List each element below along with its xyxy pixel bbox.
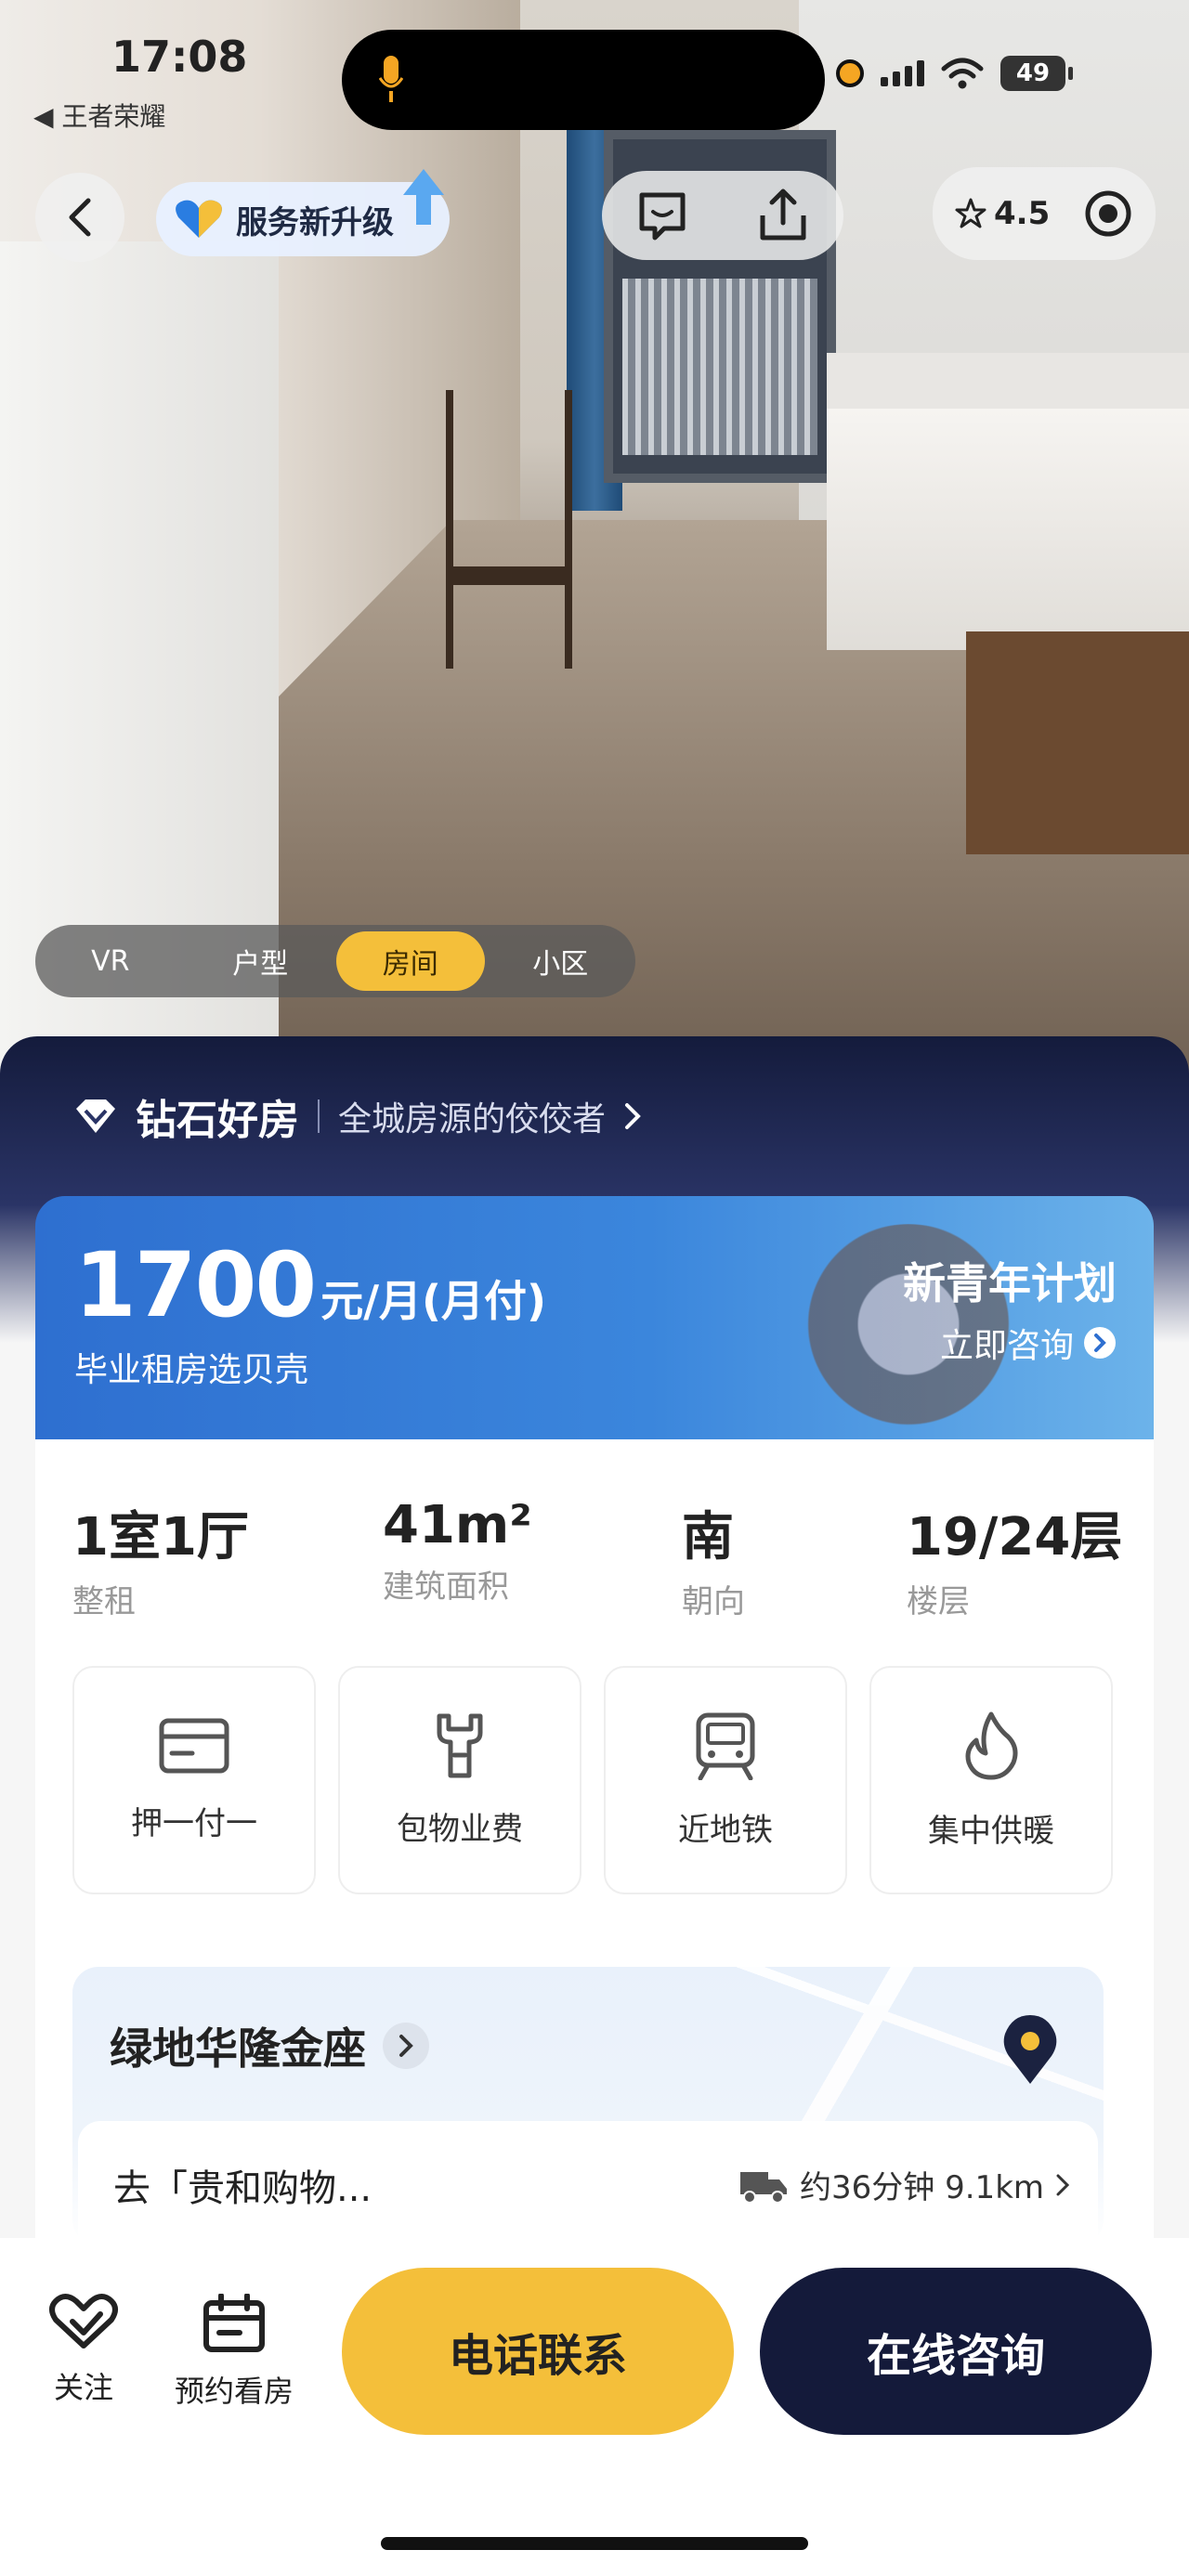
calendar-icon — [203, 2294, 265, 2352]
chevron-right-icon — [383, 2023, 429, 2069]
stat-value: 19/24层 — [907, 1507, 1123, 1568]
listing-info: 1室1厅 整租 41m² 建筑面积 南 朝向 19/24层 楼层 押一付一 包物… — [35, 1439, 1154, 2245]
heart-outline-icon — [49, 2294, 118, 2348]
appointment-label: 预约看房 — [175, 2374, 294, 2409]
community-name: 绿地华隆金座 — [110, 2023, 366, 2074]
chevron-right-icon — [625, 1103, 641, 1129]
online-consult-button[interactable]: 在线咨询 — [760, 2268, 1152, 2435]
price-subtitle: 毕业租房选贝壳 — [74, 1351, 309, 1389]
share-icon[interactable] — [755, 188, 811, 243]
rating-group: 4.5 — [933, 167, 1156, 260]
status-icons: 49 — [836, 56, 1073, 91]
diamond-row[interactable]: 钻石好房 全城房源的佼佼者 — [74, 1086, 641, 1146]
plan-title: 新青年计划 — [903, 1258, 1117, 1308]
flame-icon — [965, 1711, 1018, 1779]
call-button[interactable]: 电话联系 — [342, 2268, 734, 2435]
chevron-right-icon — [1056, 2174, 1070, 2195]
tab-vr[interactable]: VR — [36, 931, 185, 991]
feature-label: 包物业费 — [397, 1810, 523, 1848]
divider — [318, 1099, 320, 1133]
cellular-signal-icon — [881, 60, 924, 86]
commute-row[interactable]: 去「贵和购物... 约36分钟 9.1km — [78, 2121, 1098, 2245]
feature-deposit[interactable]: 押一付一 — [72, 1666, 316, 1894]
price-card: 1700 元/月(月付) 毕业租房选贝壳 新青年计划 立即咨询 — [35, 1196, 1154, 1439]
battery-icon: 49 — [1000, 56, 1073, 91]
card-icon — [159, 1718, 229, 1773]
wifi-icon — [941, 58, 984, 89]
commute-time-text: 约36分钟 9.1km — [800, 2169, 1044, 2206]
home-indicator[interactable] — [381, 2537, 808, 2550]
appointment-button[interactable]: 预约看房 — [175, 2294, 294, 2411]
status-time: 17:08 — [111, 32, 248, 82]
upgrade-label: 服务新升级 — [236, 203, 394, 241]
comment-icon[interactable] — [634, 188, 690, 243]
stat-value: 1室1厅 — [72, 1507, 249, 1568]
price-unit: 元/月(月付) — [320, 1276, 547, 1326]
stat-label: 建筑面积 — [383, 1568, 509, 1606]
tab-room[interactable]: 房间 — [335, 931, 485, 991]
stat-layout: 1室1厅 整租 — [72, 1495, 249, 1621]
arrow-up-icon — [403, 169, 444, 225]
feature-central-heating[interactable]: 集中供暖 — [869, 1666, 1113, 1894]
share-actions — [602, 171, 843, 260]
chevron-left-icon — [69, 198, 91, 237]
community-map-card[interactable]: 绿地华隆金座 去「贵和购物... 约36分钟 9.1km — [72, 1967, 1104, 2245]
plan-consult-link[interactable]: 立即咨询 — [940, 1319, 1117, 1367]
recording-dot-icon — [836, 59, 864, 87]
follow-label: 关注 — [53, 2370, 113, 2405]
back-to-app[interactable]: ◀ 王者荣耀 — [33, 97, 165, 134]
price-amount: 1700 — [74, 1233, 317, 1337]
commute-destination: 去「贵和购物... — [113, 2167, 372, 2210]
stat-area: 41m² 建筑面积 — [383, 1495, 532, 1607]
arrow-circle-right-icon — [1084, 1327, 1116, 1359]
photo-chair — [446, 390, 572, 669]
commute-info: 约36分钟 9.1km — [738, 2162, 1070, 2207]
stat-value: 41m² — [383, 1495, 532, 1555]
feature-label: 押一付一 — [131, 1804, 257, 1842]
photo-bed — [827, 353, 1189, 650]
plan-link-label: 立即咨询 — [939, 1327, 1074, 1365]
tab-community[interactable]: 小区 — [486, 931, 634, 991]
back-button[interactable] — [35, 173, 124, 262]
feature-label: 集中供暖 — [928, 1812, 1054, 1850]
stat-label: 楼层 — [907, 1583, 970, 1620]
photo-desk — [966, 631, 1189, 854]
service-upgrade-badge[interactable]: 服务新升级 — [156, 169, 450, 256]
stat-value: 南 — [682, 1507, 734, 1568]
stat-label: 朝向 — [682, 1583, 745, 1620]
feature-label: 近地铁 — [678, 1811, 773, 1849]
rating-value: 4.5 — [994, 195, 1051, 232]
follow-button[interactable]: 关注 — [48, 2294, 119, 2407]
diamond-icon — [76, 1099, 115, 1133]
target-icon[interactable] — [1083, 189, 1133, 239]
heart-icon — [176, 200, 222, 238]
stat-label: 整租 — [72, 1583, 136, 1620]
bottom-action-bar: 关注 预约看房 电话联系 在线咨询 — [0, 2238, 1189, 2576]
stat-orientation: 南 朝向 — [682, 1495, 745, 1621]
dynamic-island — [342, 30, 825, 130]
location-pin-icon — [1003, 2015, 1057, 2084]
tab-floorplan[interactable]: 户型 — [186, 931, 334, 991]
subway-icon — [696, 1712, 755, 1780]
rating-badge[interactable]: 4.5 — [955, 195, 1050, 232]
media-tabs: VR 户型 房间 小区 — [35, 925, 635, 997]
feature-property-fee[interactable]: 包物业费 — [338, 1666, 581, 1894]
truck-icon — [740, 2171, 788, 2204]
stat-floor: 19/24层 楼层 — [907, 1495, 1122, 1621]
wrench-icon — [437, 1713, 483, 1777]
diamond-title: 钻石好房 — [136, 1097, 299, 1144]
feature-near-subway[interactable]: 近地铁 — [604, 1666, 847, 1894]
diamond-subtitle: 全城房源的佼佼者 — [338, 1100, 607, 1138]
community-link[interactable]: 绿地华隆金座 — [110, 2015, 429, 2076]
price-line: 1700 元/月(月付) — [74, 1233, 546, 1337]
star-icon — [955, 198, 986, 228]
microphone-icon — [379, 56, 403, 102]
